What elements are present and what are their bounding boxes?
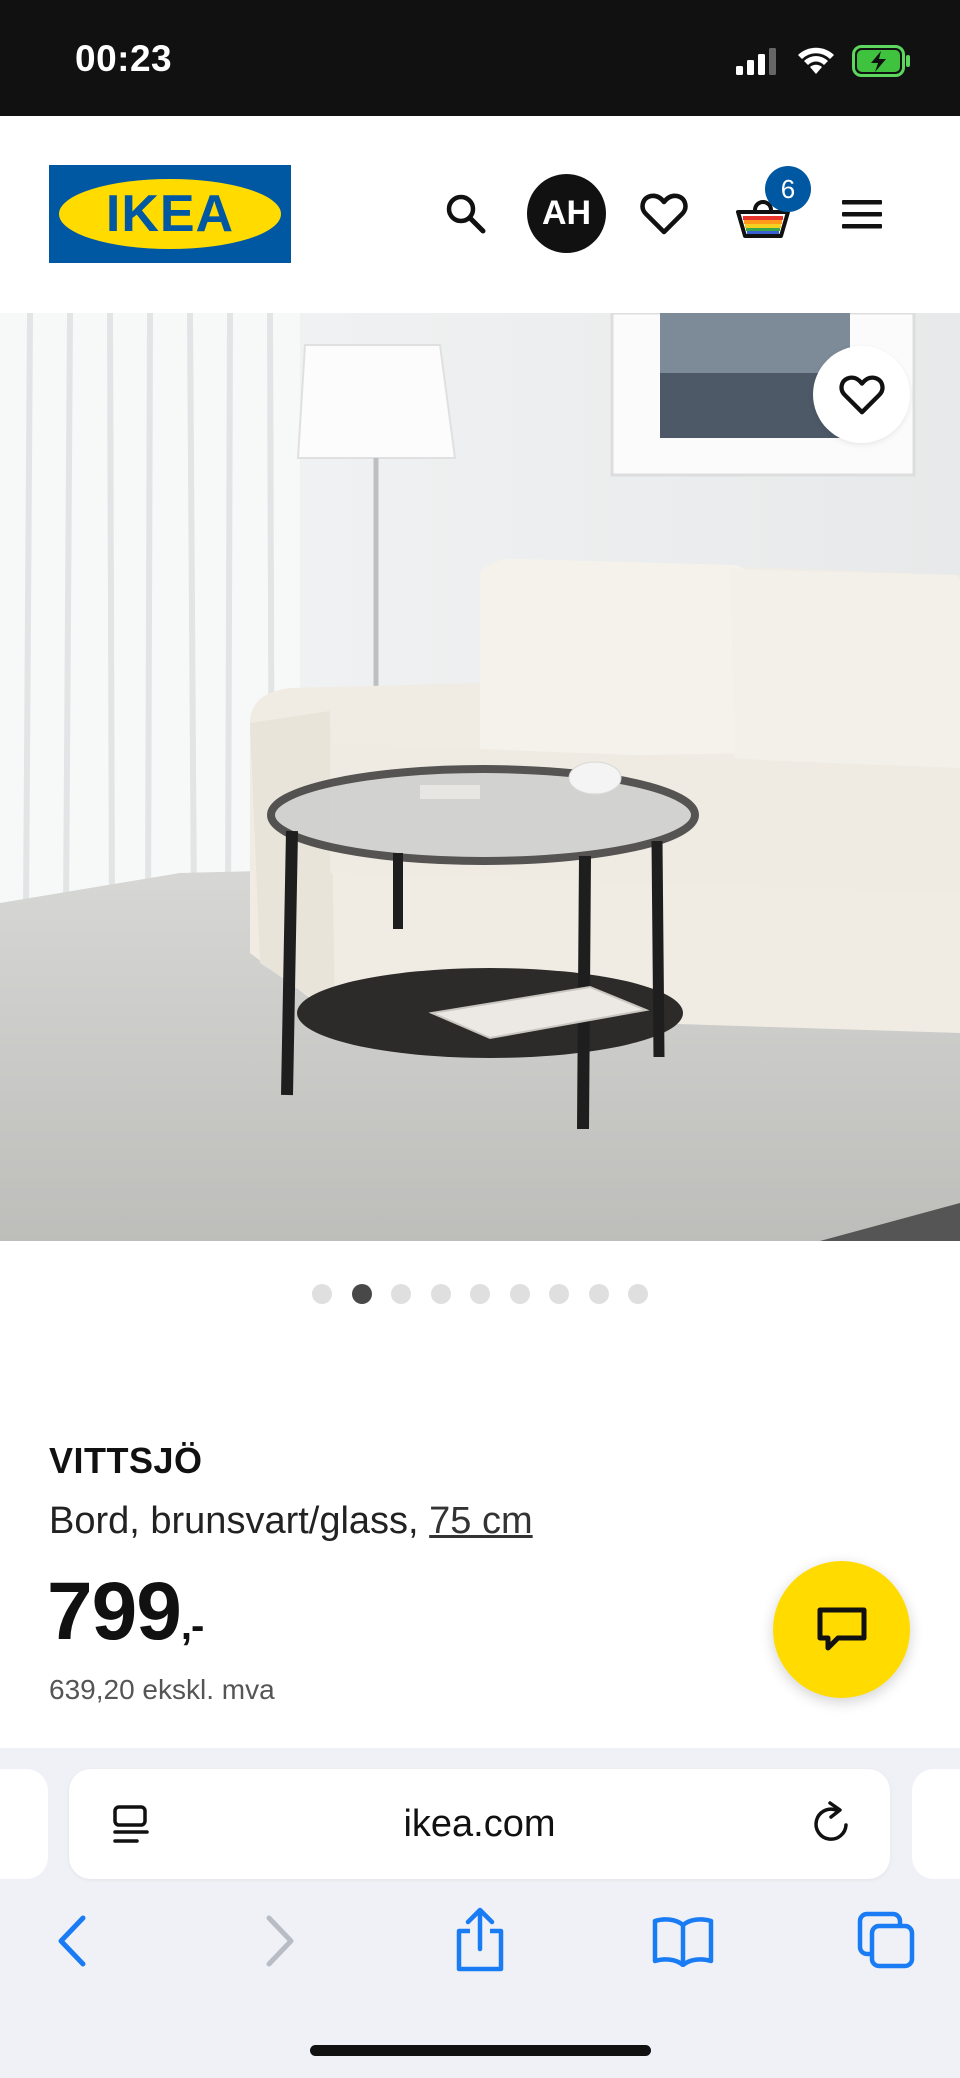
wifi-icon bbox=[798, 47, 834, 74]
back-button[interactable] bbox=[48, 1912, 96, 1970]
reload-button[interactable] bbox=[809, 1801, 855, 1847]
forward-button[interactable] bbox=[256, 1912, 304, 1970]
search-button[interactable] bbox=[440, 188, 490, 238]
gallery-dot[interactable] bbox=[391, 1284, 411, 1304]
account-avatar-button[interactable]: AH bbox=[527, 174, 606, 253]
gallery-dot[interactable] bbox=[628, 1284, 648, 1304]
product-name: VITTSJÖ bbox=[49, 1440, 203, 1481]
address-bar[interactable]: ikea.com bbox=[69, 1769, 890, 1879]
cellular-signal-icon bbox=[736, 48, 776, 75]
product-price: 799,- bbox=[47, 1565, 204, 1659]
chat-icon bbox=[817, 1607, 866, 1650]
product-size-link[interactable]: 75 cm bbox=[429, 1500, 532, 1542]
gallery-dot[interactable] bbox=[470, 1284, 490, 1304]
gallery-dot[interactable] bbox=[588, 1284, 609, 1304]
add-to-favorites-button[interactable] bbox=[813, 346, 910, 443]
tabs-icon bbox=[857, 1911, 915, 1969]
menu-icon bbox=[842, 200, 882, 229]
product-photo bbox=[0, 313, 960, 1241]
gallery-dot-active[interactable] bbox=[351, 1284, 372, 1304]
product-description: Bord, brunsvart/glass, 75 cm bbox=[49, 1500, 533, 1543]
share-icon bbox=[456, 1907, 504, 1972]
gallery-dot[interactable] bbox=[430, 1284, 451, 1304]
price-suffix: ,- bbox=[180, 1604, 204, 1648]
favorites-button[interactable] bbox=[637, 188, 691, 240]
previous-tab-peek[interactable] bbox=[0, 1769, 48, 1879]
product-description-text: Bord, brunsvart/glass, bbox=[49, 1500, 430, 1542]
bookmarks-button[interactable] bbox=[650, 1912, 716, 1970]
status-bar: 00:23 bbox=[0, 0, 960, 116]
status-time: 00:23 bbox=[75, 38, 173, 79]
heart-icon bbox=[838, 374, 885, 414]
next-tab-peek[interactable] bbox=[912, 1769, 960, 1879]
site-header: IKEA AH 6 bbox=[0, 116, 960, 313]
gallery-pagination bbox=[0, 1284, 960, 1304]
gallery-dot[interactable] bbox=[509, 1284, 530, 1304]
status-icons bbox=[734, 40, 912, 82]
product-image[interactable] bbox=[0, 313, 960, 1241]
bookmarks-icon bbox=[652, 1917, 714, 1967]
cart-count-badge: 6 bbox=[765, 166, 811, 212]
battery-charging-icon bbox=[852, 45, 910, 77]
price-value: 799 bbox=[47, 1566, 182, 1657]
url-text: ikea.com bbox=[403, 1802, 556, 1845]
gallery-dot[interactable] bbox=[549, 1284, 569, 1304]
gallery-dot[interactable] bbox=[312, 1284, 332, 1304]
ikea-logo-text: IKEA bbox=[59, 179, 281, 249]
back-icon bbox=[58, 1915, 86, 1967]
price-excl-vat: 639,20 ekskl. mva bbox=[49, 1674, 275, 1705]
chat-button[interactable] bbox=[773, 1561, 910, 1698]
ikea-logo[interactable]: IKEA bbox=[49, 165, 291, 263]
search-icon bbox=[446, 194, 486, 234]
reload-icon bbox=[814, 1801, 848, 1841]
forward-icon bbox=[266, 1915, 294, 1967]
heart-icon bbox=[640, 193, 688, 235]
share-button[interactable] bbox=[450, 1904, 510, 1976]
menu-button[interactable] bbox=[840, 194, 884, 234]
tabs-button[interactable] bbox=[856, 1910, 916, 1970]
home-indicator[interactable] bbox=[310, 2045, 651, 2056]
